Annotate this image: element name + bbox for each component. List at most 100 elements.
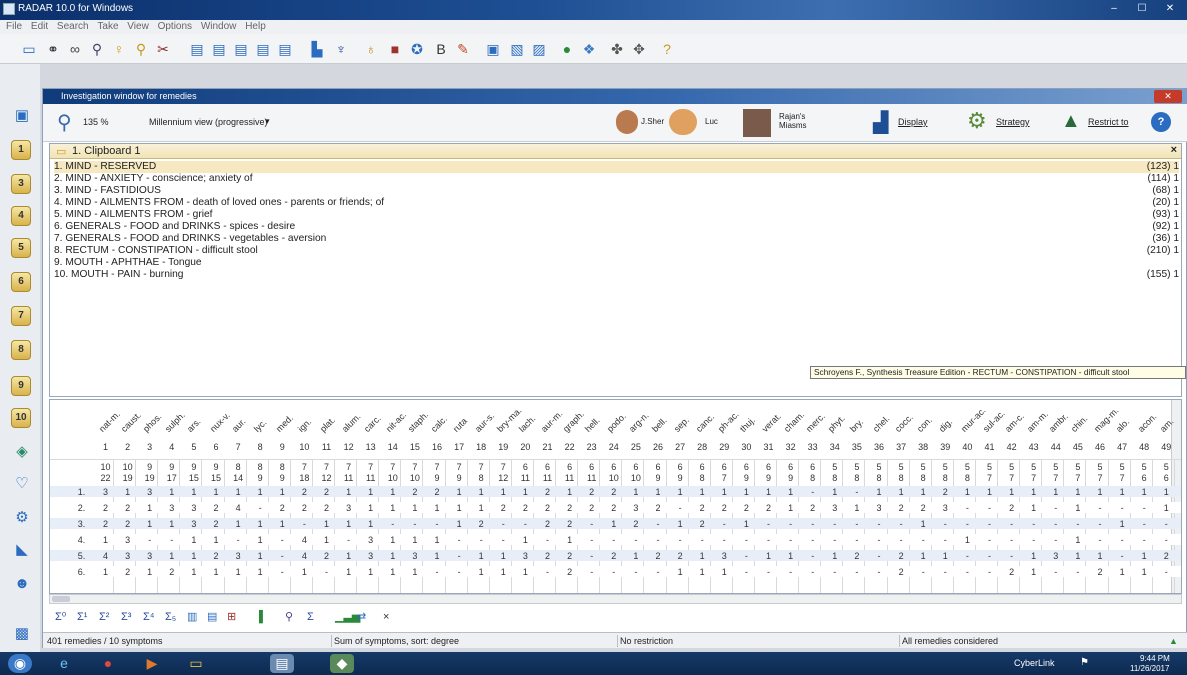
remedy-header[interactable]: nux-v. <box>207 410 231 434</box>
tool-left-icon[interactable]: ✤ <box>608 40 626 58</box>
heart-icon[interactable]: ♡ <box>11 474 33 494</box>
remedy-header[interactable]: chel. <box>870 413 891 434</box>
preset-luc[interactable]: Luc <box>705 117 718 126</box>
clipboard-7-button[interactable]: 7 <box>11 306 31 326</box>
clipboard-4-icon[interactable]: ▤ <box>254 40 272 58</box>
remedy-header[interactable]: phos. <box>141 411 164 434</box>
remedy-header[interactable]: ph-ac. <box>716 409 741 434</box>
shield-icon[interactable]: ◈ <box>11 442 33 462</box>
remedy-header[interactable]: sep. <box>672 415 691 434</box>
close-button[interactable]: ✕ <box>1158 2 1182 17</box>
help-circle-icon[interactable]: ? <box>1151 112 1171 132</box>
analysis-tool-icon[interactable]: × <box>383 609 389 625</box>
remedy-header[interactable]: aur-m. <box>539 409 564 434</box>
clipboard-6-button[interactable]: 6 <box>11 272 31 292</box>
remedy-header[interactable]: sulph. <box>163 410 187 434</box>
remedy-header[interactable]: hell. <box>583 415 602 434</box>
analysis-tool-icon[interactable]: Σ⁰ <box>55 609 66 625</box>
remedy-header[interactable]: am-m. <box>1025 409 1050 434</box>
remedy-header[interactable]: carc. <box>362 413 383 434</box>
analysis-tool-icon[interactable]: Σ² <box>99 609 109 625</box>
remedy-header[interactable]: con. <box>915 415 934 434</box>
glasses-icon[interactable]: ∞ <box>66 40 84 58</box>
remedy-header[interactable]: alum. <box>340 411 363 434</box>
bulb-icon[interactable]: ♀ <box>110 40 128 58</box>
rubric-row[interactable]: 10. MOUTH - PAIN - burning (155) 1 <box>54 269 1179 281</box>
analysis-tool-icon[interactable]: Σ¹ <box>77 609 87 625</box>
clipboard-close-icon[interactable]: × <box>1171 144 1177 156</box>
zoom-magnifier-icon[interactable]: ⚲ <box>57 110 72 135</box>
new-document-icon[interactable]: ▭ <box>20 40 38 58</box>
remedy-header[interactable]: merc. <box>804 411 827 434</box>
clipboard-5-button[interactable]: 5 <box>11 238 31 258</box>
menu-options[interactable]: Options <box>158 20 192 34</box>
analysis-tool-icon[interactable]: ⊞ <box>227 609 236 625</box>
help-icon[interactable]: ? <box>658 40 676 58</box>
remedy-header[interactable]: aur. <box>230 416 248 434</box>
analysis-tool-icon[interactable]: ⚲ <box>285 609 293 625</box>
clipboard-9-button[interactable]: 9 <box>11 376 31 396</box>
remedy-header[interactable]: plat. <box>318 415 337 434</box>
analysis-tool-icon[interactable]: ⇄ <box>357 609 366 625</box>
remedy-header[interactable]: bry. <box>848 417 865 434</box>
ie-icon[interactable]: e <box>52 654 76 673</box>
rubric-row[interactable]: 2. MIND - ANXIETY - conscience; anxiety … <box>54 173 1179 185</box>
zoom-level[interactable]: 135 % <box>83 117 109 127</box>
remedy-header[interactable]: arg-n. <box>627 410 651 434</box>
tool-icon[interactable]: ✎ <box>454 40 472 58</box>
clipboard-5-icon[interactable]: ▤ <box>276 40 294 58</box>
rubric-row[interactable]: 4. MIND - AILMENTS FROM - death of loved… <box>54 197 1179 209</box>
remedy-header[interactable]: alo. <box>1114 417 1131 434</box>
restrict-button[interactable]: Restrict to <box>1088 117 1129 127</box>
analysis-tool-icon[interactable]: Σ³ <box>121 609 131 625</box>
analysis-tool-icon[interactable]: ▥ <box>187 609 197 625</box>
remedy-header[interactable]: nit-ac. <box>384 410 408 434</box>
flask-icon[interactable]: ♁ <box>362 40 380 58</box>
remedy-header[interactable]: thuj. <box>738 415 757 434</box>
settings-icon[interactable]: ▩ <box>11 624 33 644</box>
remedy-header[interactable]: ign. <box>296 417 313 434</box>
taskbar-app-1-icon[interactable]: ▤ <box>270 654 294 673</box>
network-icon[interactable]: ❖ <box>580 40 598 58</box>
menu-edit[interactable]: Edit <box>31 20 48 34</box>
restrict-icon[interactable]: ▲ <box>1061 110 1081 133</box>
analysis-tool-icon[interactable]: Σ⁴ <box>143 609 155 625</box>
investigation-close-button[interactable]: ✕ <box>1154 90 1182 103</box>
tray-flag-icon[interactable]: ⚑ <box>1080 657 1089 668</box>
clock-date[interactable]: 11/26/2017 <box>1130 664 1169 673</box>
menu-take[interactable]: Take <box>97 20 118 34</box>
remedy-header[interactable]: cocc. <box>893 412 915 434</box>
binoculars-icon[interactable]: ⚭ <box>44 40 62 58</box>
remedy-header[interactable]: med. <box>274 413 295 434</box>
clipboard-2-icon[interactable]: ▤ <box>210 40 228 58</box>
magnifier-icon[interactable]: ⚲ <box>88 40 106 58</box>
window-icon[interactable]: ▨ <box>530 40 548 58</box>
book-icon[interactable]: ■ <box>386 40 404 58</box>
remedy-header[interactable]: staph. <box>406 410 430 434</box>
start-button-icon[interactable]: ◉ <box>8 654 32 673</box>
clipboard-10-button[interactable]: 10 <box>11 408 31 428</box>
notes-icon[interactable]: ▧ <box>508 40 526 58</box>
remedy-header[interactable]: calc. <box>428 414 448 434</box>
remedy-header[interactable]: aur-s. <box>473 411 496 434</box>
tree-icon[interactable]: ♆ <box>332 40 350 58</box>
analysis-tool-icon[interactable]: ▤ <box>207 609 217 625</box>
menu-file[interactable]: File <box>6 20 22 34</box>
grid-hscroll[interactable] <box>49 594 1182 604</box>
strategy-gear-icon[interactable]: ⚙ <box>967 108 987 134</box>
remedy-header[interactable]: nat-m. <box>97 409 122 434</box>
clock-time[interactable]: 9:44 PM <box>1140 654 1170 663</box>
analysis-tool-icon[interactable]: Σ₅ <box>165 609 176 625</box>
tweezers-icon[interactable]: ✂ <box>154 40 172 58</box>
remedy-header[interactable]: acon. <box>1136 411 1159 434</box>
menu-search[interactable]: Search <box>57 20 89 34</box>
remedy-header[interactable]: cham. <box>782 410 806 434</box>
tool-right-icon[interactable]: ✥ <box>630 40 648 58</box>
strategy-button[interactable]: Strategy <box>996 117 1030 127</box>
hscroll-thumb[interactable] <box>52 596 70 602</box>
people-icon[interactable]: ☻ <box>11 574 33 594</box>
rubric-row[interactable]: 1. MIND - RESERVED (123) 1 <box>54 161 1179 173</box>
rubric-row[interactable]: 8. RECTUM - CONSTIPATION - difficult sto… <box>54 245 1179 257</box>
explorer-icon[interactable]: ▭ <box>184 654 208 673</box>
menu-help[interactable]: Help <box>245 20 266 34</box>
